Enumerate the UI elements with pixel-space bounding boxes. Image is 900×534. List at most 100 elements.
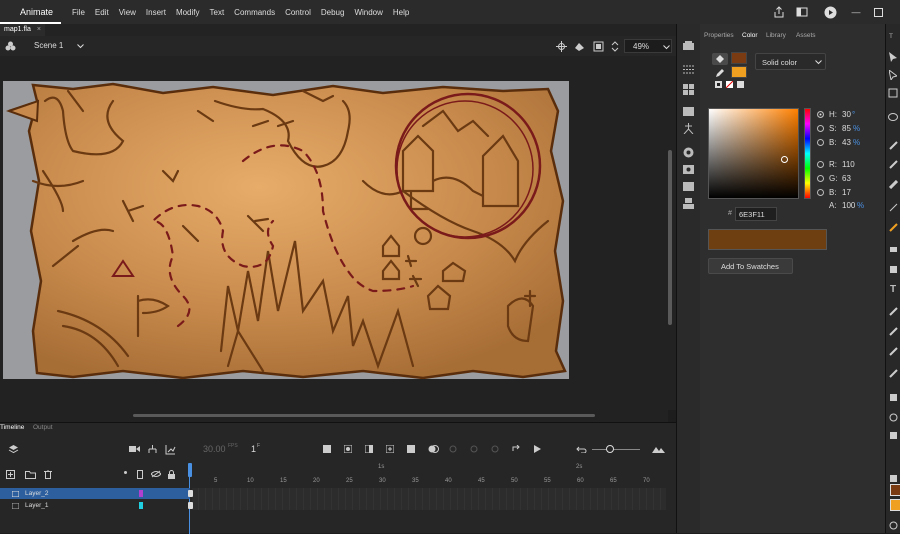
delete-layer-icon[interactable]	[43, 469, 53, 479]
more-tools-icon[interactable]	[886, 518, 900, 532]
frame-width-slider[interactable]	[592, 449, 640, 450]
no-color-icon[interactable]	[725, 80, 733, 88]
app-name[interactable]: Animate	[0, 0, 62, 24]
hue-radio[interactable]	[817, 111, 824, 118]
eyedropper-tool-icon[interactable]	[886, 304, 900, 318]
fill-color-swatch[interactable]	[731, 66, 747, 78]
first-frame-icon[interactable]	[322, 444, 332, 454]
black-white-icon[interactable]	[714, 80, 722, 88]
edit-multiple-frames-icon[interactable]	[448, 444, 458, 454]
alpha-value[interactable]: 100	[842, 201, 855, 210]
color-saturation-field[interactable]	[708, 108, 799, 199]
green-radio[interactable]	[817, 175, 824, 182]
pen-tool-icon[interactable]	[886, 138, 900, 152]
menu-file[interactable]: File	[67, 8, 90, 17]
layer-row-layer-2[interactable]: Layer_2	[0, 488, 190, 499]
width-tool-icon[interactable]	[886, 324, 900, 338]
frame-width-slider-handle[interactable]	[606, 445, 614, 453]
insert-blank-keyframe-icon[interactable]	[364, 444, 374, 454]
new-folder-icon[interactable]	[24, 469, 36, 479]
hide-layers-icon[interactable]	[151, 469, 161, 479]
share-icon[interactable]	[772, 5, 786, 19]
close-tab-icon[interactable]: ×	[37, 26, 41, 33]
insert-keyframe-icon[interactable]	[343, 444, 353, 454]
red-value[interactable]: 110	[842, 160, 855, 169]
horizontal-scroll-thumb[interactable]	[133, 414, 595, 417]
menu-insert[interactable]: Insert	[141, 8, 171, 17]
menu-modify[interactable]: Modify	[171, 8, 205, 17]
layers-icon[interactable]	[7, 443, 19, 455]
stroke-color-tool-icon[interactable]	[886, 428, 900, 442]
menu-view[interactable]: View	[114, 8, 141, 17]
test-movie-icon[interactable]	[823, 5, 837, 19]
saturation-radio[interactable]	[817, 125, 824, 132]
eraser-tool-icon[interactable]	[886, 177, 900, 191]
stroke-swatch-tool[interactable]	[890, 484, 900, 496]
motion-tween-icon[interactable]	[406, 444, 416, 454]
layer-parenting-icon[interactable]	[146, 443, 158, 455]
menu-help[interactable]: Help	[388, 8, 414, 17]
camera-tool-icon[interactable]	[886, 366, 900, 380]
highlight-layers-icon[interactable]	[124, 471, 127, 474]
stage-canvas[interactable]	[3, 81, 569, 380]
play-icon[interactable]	[532, 444, 542, 454]
menu-edit[interactable]: Edit	[90, 8, 114, 17]
modify-markers-icon[interactable]	[490, 444, 500, 454]
info-panel-icon[interactable]	[681, 104, 695, 118]
swatches-panel-icon[interactable]	[681, 82, 695, 96]
color-type-dropdown[interactable]: Solid color	[755, 53, 826, 70]
undo-timeline-icon[interactable]	[575, 444, 587, 454]
hue-slider[interactable]	[804, 108, 811, 199]
swap-colors-icon[interactable]	[736, 80, 744, 88]
brush-tool-icon[interactable]	[886, 157, 900, 171]
tab-library[interactable]: Library	[766, 32, 786, 39]
layer-row-layer-1[interactable]: Layer_1	[0, 500, 190, 511]
layer-color-swatch[interactable]	[139, 490, 143, 497]
rotate-stage-icon[interactable]	[610, 40, 620, 52]
scene-chevron-down-icon[interactable]	[76, 41, 84, 51]
brightness-value[interactable]: 43	[842, 138, 851, 147]
compiler-errors-icon[interactable]	[681, 196, 695, 210]
hand-tool-icon[interactable]	[886, 390, 900, 404]
horizontal-scrollbar[interactable]	[0, 410, 668, 422]
mountain-scale-icon[interactable]	[651, 444, 665, 454]
lock-icon[interactable]	[167, 469, 175, 479]
green-value[interactable]: 63	[842, 174, 851, 183]
frame-grid[interactable]	[192, 488, 666, 510]
treasure-map-artwork[interactable]	[3, 81, 569, 380]
keyframe-layer-2[interactable]	[188, 490, 193, 497]
free-transform-tool-icon[interactable]	[886, 86, 900, 100]
menu-control[interactable]: Control	[280, 8, 316, 17]
color-type-chevron-down-icon[interactable]	[814, 59, 822, 66]
layer-name[interactable]: Layer_2	[25, 488, 49, 499]
selection-tool-icon[interactable]	[886, 50, 900, 64]
tab-color[interactable]: Color	[742, 32, 758, 39]
saturation-value[interactable]: 85	[842, 124, 851, 133]
tab-properties[interactable]: Properties	[704, 32, 734, 39]
keyframe-layer-1[interactable]	[188, 502, 193, 509]
layer-color-swatch[interactable]	[139, 502, 143, 509]
fill-swatch-tool[interactable]	[890, 499, 900, 511]
vertical-scrollbar[interactable]	[668, 56, 676, 410]
vertical-scroll-thumb[interactable]	[668, 150, 672, 325]
hue-value[interactable]: 30	[842, 110, 851, 119]
pencil-icon[interactable]	[714, 67, 726, 79]
snap-icon[interactable]	[886, 471, 900, 485]
stroke-color-swatch[interactable]	[731, 52, 747, 64]
scene-icon[interactable]	[4, 40, 16, 52]
layer-name[interactable]: Layer_1	[25, 500, 49, 511]
paint-bucket-tool-icon[interactable]	[886, 220, 900, 234]
tools-tab[interactable]: T	[889, 33, 893, 40]
graph-icon[interactable]	[164, 443, 176, 455]
maximize-icon[interactable]	[872, 5, 884, 19]
fps-value[interactable]: 30.00	[203, 444, 226, 454]
loop-icon[interactable]	[511, 444, 521, 454]
rectangle-tool-icon[interactable]	[886, 262, 900, 276]
motion-presets-icon[interactable]	[681, 145, 695, 159]
tab-output[interactable]: Output	[33, 424, 53, 431]
outline-toggle-icon[interactable]	[136, 469, 144, 479]
insert-frame-icon[interactable]	[385, 444, 395, 454]
red-radio[interactable]	[817, 161, 824, 168]
brightness-radio[interactable]	[817, 139, 824, 146]
frame-picker-icon[interactable]	[681, 162, 695, 176]
